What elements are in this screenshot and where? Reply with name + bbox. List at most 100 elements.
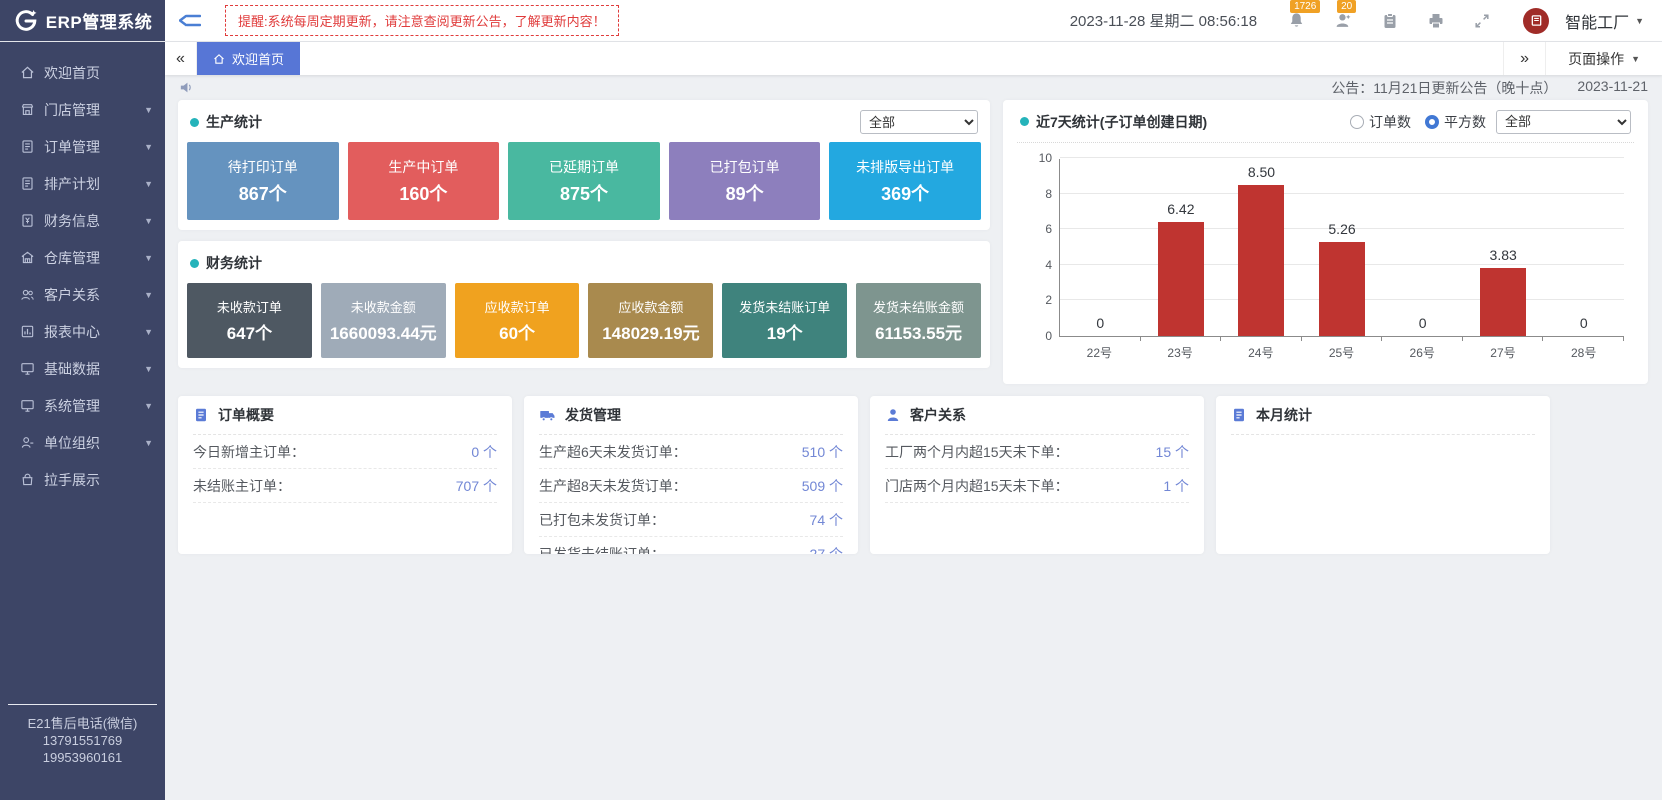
summary-row-value[interactable]: 509 个 bbox=[802, 476, 843, 496]
sidebar-item-store-mgmt[interactable]: 门店管理▼ bbox=[0, 91, 165, 128]
chevron-down-icon: ▼ bbox=[144, 216, 153, 226]
production-filter-select[interactable]: 全部 bbox=[860, 110, 978, 134]
summary-card-header: 发货管理 bbox=[539, 396, 843, 435]
chart-bar-column[interactable]: 5.26 bbox=[1302, 159, 1383, 336]
summary-row-value[interactable]: 74 个 bbox=[810, 510, 843, 530]
sidebar-item-label: 拉手展示 bbox=[44, 470, 100, 490]
sidebar-item-org-unit[interactable]: 单位组织▼ bbox=[0, 424, 165, 461]
page-actions-menu[interactable]: 页面操作 ▼ bbox=[1545, 42, 1662, 75]
summary-row-value[interactable]: 27 个 bbox=[810, 544, 843, 555]
radio-icon bbox=[1425, 115, 1439, 129]
sidebar-item-warehouse-mgmt[interactable]: 仓库管理▼ bbox=[0, 239, 165, 276]
chart-gridline bbox=[1060, 157, 1624, 158]
finance-stat-card[interactable]: 发货未结账金额61153.55元 bbox=[856, 283, 981, 358]
stat-value: 148029.19元 bbox=[602, 319, 699, 344]
bar-value-label: 0 bbox=[1543, 315, 1624, 331]
summary-row-label: 已打包未发货订单： bbox=[539, 510, 665, 530]
stat-value: 647个 bbox=[227, 319, 272, 344]
sidebar-item-base-data[interactable]: 基础数据▼ bbox=[0, 350, 165, 387]
sidebar-item-system-mgmt[interactable]: 系统管理▼ bbox=[0, 387, 165, 424]
summary-row-value[interactable]: 1 个 bbox=[1163, 476, 1189, 496]
sidebar-footer-divider bbox=[8, 704, 157, 705]
summary-row-value[interactable]: 0 个 bbox=[471, 442, 497, 462]
stat-label: 应收款订单 bbox=[485, 297, 550, 316]
user-avatar[interactable] bbox=[1523, 8, 1549, 34]
announcement[interactable]: 公告：11月21日更新公告（晚十点） 2023-11-21 bbox=[1331, 78, 1648, 98]
speaker-icon[interactable] bbox=[178, 79, 195, 96]
finance-stats-title: 财务统计 bbox=[206, 253, 262, 273]
notifications-bell-icon[interactable]: 1726 bbox=[1281, 11, 1312, 30]
production-stat-card[interactable]: 待打印订单867个 bbox=[187, 142, 339, 220]
truck-icon bbox=[539, 407, 556, 424]
section-dot-icon bbox=[190, 118, 199, 127]
summary-row-value[interactable]: 15 个 bbox=[1156, 442, 1189, 462]
summary-row: 生产超8天未发货订单：509 个 bbox=[539, 469, 843, 503]
tabs-scroll-right-icon[interactable]: » bbox=[1503, 42, 1545, 75]
summary-card-month-stats: 本月统计 bbox=[1216, 396, 1550, 554]
finance-stat-card[interactable]: 未收款订单 647个 bbox=[187, 283, 312, 358]
chart-xtick bbox=[1220, 336, 1221, 341]
chevron-down-icon: ▼ bbox=[144, 142, 153, 152]
fullscreen-icon[interactable] bbox=[1467, 12, 1497, 30]
finance-stat-card[interactable]: 发货未结账订单19个 bbox=[722, 283, 847, 358]
user-filled-icon bbox=[885, 407, 901, 423]
chart-bar-column[interactable]: 0 bbox=[1543, 159, 1624, 336]
printer-icon[interactable] bbox=[1421, 12, 1451, 30]
company-menu[interactable]: 智能工厂 ▼ bbox=[1565, 9, 1644, 33]
finance-stat-card[interactable]: 应收款金额148029.19元 bbox=[588, 283, 713, 358]
sidebar-item-report-center[interactable]: 报表中心▼ bbox=[0, 313, 165, 350]
sidebar-item-welcome-home[interactable]: 欢迎首页 bbox=[0, 54, 165, 91]
summary-row-value[interactable]: 510 个 bbox=[802, 442, 843, 462]
chart-bar-column[interactable]: 8.50 bbox=[1221, 159, 1302, 336]
chart-plot: 024681006.428.505.2603.830 bbox=[1059, 159, 1624, 337]
logo-mark-icon bbox=[13, 8, 39, 34]
radio-option[interactable]: 订单数 bbox=[1350, 112, 1411, 132]
sidebar-item-customer-relations[interactable]: 客户关系▼ bbox=[0, 276, 165, 313]
chart-xtick-label: 26号 bbox=[1382, 344, 1463, 361]
production-stat-card[interactable]: 未排版导出订单369个 bbox=[829, 142, 981, 220]
chart-bar-column[interactable]: 3.83 bbox=[1463, 159, 1544, 336]
sidebar-item-label: 订单管理 bbox=[44, 137, 100, 157]
summary-row: 已打包未发货订单： 74 个 bbox=[539, 503, 843, 537]
section-dot-icon bbox=[190, 259, 199, 268]
chart-bar-column[interactable]: 6.42 bbox=[1141, 159, 1222, 336]
sidebar-item-order-mgmt[interactable]: 订单管理 ▼ bbox=[0, 128, 165, 165]
sidebar-item-lashou-display[interactable]: 拉手展示 bbox=[0, 461, 165, 498]
sidebar-item-finance-info[interactable]: 财务信息▼ bbox=[0, 202, 165, 239]
chart-xtick bbox=[1462, 336, 1463, 341]
summary-row: 未结账主订单：707 个 bbox=[193, 469, 497, 503]
production-stat-card[interactable]: 生产中订单160个 bbox=[348, 142, 500, 220]
bar bbox=[1319, 242, 1365, 336]
collapse-sidebar-icon[interactable] bbox=[179, 12, 201, 30]
production-stat-card[interactable]: 已打包订单89个 bbox=[669, 142, 821, 220]
summary-card-title: 客户关系 bbox=[910, 405, 966, 425]
clipboard-icon[interactable] bbox=[1375, 12, 1405, 30]
chart-bar-column[interactable]: 0 bbox=[1382, 159, 1463, 336]
chart-bar-column[interactable]: 0 bbox=[1060, 159, 1141, 336]
chart-x-labels: 22号23号24号25号26号27号28号 bbox=[1059, 344, 1624, 361]
bar-value-label: 0 bbox=[1382, 315, 1463, 331]
stat-label: 未收款金额 bbox=[351, 297, 416, 316]
bar-value-label: 0 bbox=[1060, 315, 1141, 331]
finance-stat-card[interactable]: 未收款金额 1660093.44元 bbox=[321, 283, 446, 358]
notifications-badge: 1726 bbox=[1290, 0, 1320, 13]
doc-filled-icon bbox=[1231, 407, 1247, 423]
summary-card-title: 发货管理 bbox=[565, 405, 621, 425]
finance-stat-card[interactable]: 应收款订单60个 bbox=[455, 283, 580, 358]
chart-xtick-label: 24号 bbox=[1220, 344, 1301, 361]
app-title: ERP管理系统 bbox=[46, 8, 152, 33]
production-stat-card[interactable]: 已延期订单875个 bbox=[508, 142, 660, 220]
radio-selected[interactable]: 平方数 bbox=[1425, 112, 1486, 132]
contacts-icon[interactable]: 20 bbox=[1328, 11, 1359, 30]
stat-label: 发货未结账订单 bbox=[739, 297, 830, 316]
chart-filter-select[interactable]: 全部 bbox=[1496, 110, 1631, 134]
tabs-scroll-left-icon[interactable]: « bbox=[165, 42, 197, 75]
stat-value: 1660093.44元 bbox=[330, 319, 437, 344]
monitor-icon bbox=[20, 398, 35, 413]
stat-label: 未收款订单 bbox=[217, 297, 282, 316]
sidebar-item-production-plan[interactable]: 排产计划▼ bbox=[0, 165, 165, 202]
users-icon bbox=[20, 287, 35, 302]
summary-row-value[interactable]: 707 个 bbox=[456, 476, 497, 496]
stat-label: 已打包订单 bbox=[710, 157, 780, 177]
tab-welcome-home[interactable]: 欢迎首页 bbox=[197, 42, 300, 75]
